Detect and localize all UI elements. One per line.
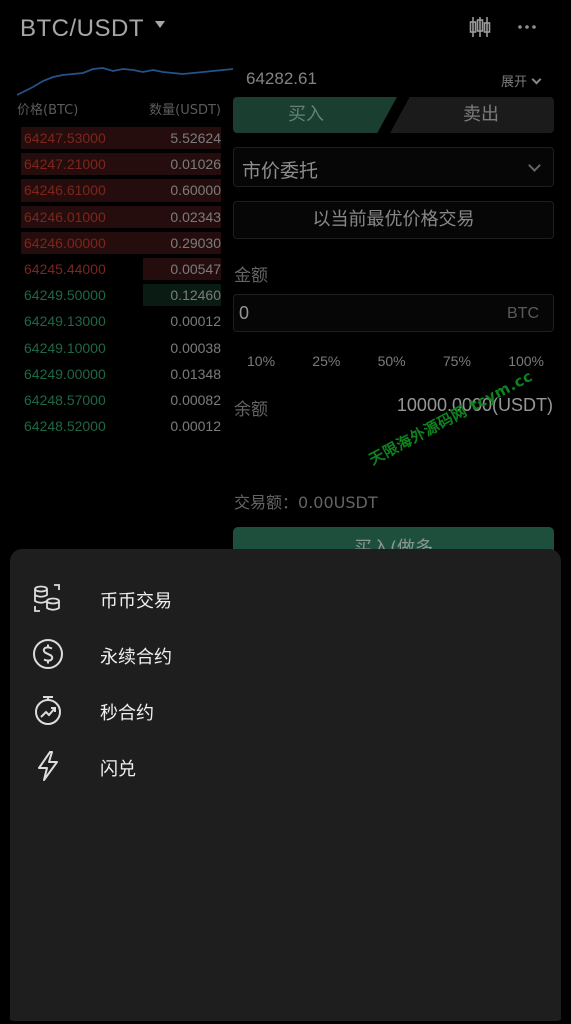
- menu-item-spot[interactable]: 币币交易: [10, 573, 561, 623]
- menu-item-label: 秒合约: [100, 703, 154, 724]
- trade-type-sheet: 币币交易 永续合约 秒合约 闪兑: [10, 549, 561, 1021]
- lightning-icon: [30, 748, 66, 784]
- menu-item-seconds-contract[interactable]: 秒合约: [10, 685, 561, 735]
- dollar-circle-icon: [30, 636, 66, 672]
- menu-item-flash-swap[interactable]: 闪兑: [10, 741, 561, 791]
- menu-item-label: 永续合约: [100, 647, 172, 668]
- menu-item-perpetual[interactable]: 永续合约: [10, 629, 561, 679]
- coins-exchange-icon: [30, 580, 66, 616]
- menu-item-label: 闪兑: [100, 759, 136, 780]
- trading-screen: BTC/USDT 价格(BTC) 数量(USDT) 64247.53000 5.5…: [5, 3, 566, 1021]
- menu-item-label: 币币交易: [100, 591, 172, 612]
- stopwatch-trend-icon: [30, 692, 66, 728]
